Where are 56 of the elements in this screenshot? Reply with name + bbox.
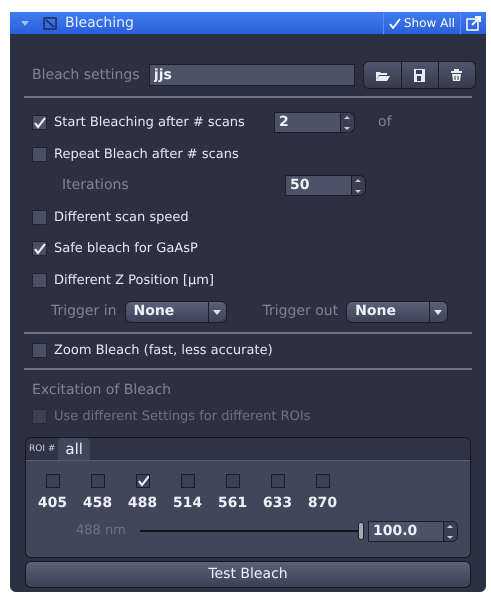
unit-label: of	[378, 113, 393, 132]
field-label: Trigger out	[262, 302, 338, 322]
wavelength-label: 633	[262, 494, 292, 512]
checkbox[interactable]	[46, 474, 60, 488]
checkbox[interactable]	[226, 474, 240, 488]
checkbox-label: Use different Settings for different ROIs	[54, 408, 310, 426]
check-icon	[33, 116, 46, 130]
checkbox[interactable]	[136, 474, 150, 488]
spin-box[interactable]: 50	[285, 175, 366, 196]
checkbox-label: Different Z Position [µm]	[54, 272, 214, 290]
check-icon	[388, 18, 401, 28]
spin-arrows-icon	[340, 113, 354, 132]
dropdown[interactable]: None	[124, 300, 226, 323]
spin-arrows-icon	[443, 522, 457, 540]
slider-track[interactable]	[140, 521, 364, 541]
checkbox[interactable]	[270, 474, 284, 488]
checkbox[interactable]	[32, 115, 47, 130]
dropdown[interactable]: None	[346, 300, 448, 323]
field-label: Bleach settings	[32, 66, 141, 84]
show-all-button[interactable]: Show All	[382, 12, 460, 34]
field-label: Trigger in	[51, 302, 116, 322]
slider-thumb[interactable]	[358, 522, 364, 540]
spin-box[interactable]: 100.0	[368, 520, 458, 542]
checkbox-label: Zoom Bleach (fast, less accurate)	[54, 342, 273, 360]
spin-box[interactable]: 2	[274, 112, 355, 134]
wavelength-label: 488	[128, 494, 158, 512]
checkbox-label: Repeat Bleach after # scans	[54, 146, 239, 164]
check-icon	[33, 242, 46, 256]
spin-arrows-icon	[351, 176, 365, 196]
bleach-icon	[43, 16, 57, 30]
checkbox[interactable]	[32, 343, 47, 358]
wavelength-label: 514	[172, 494, 202, 512]
test-bleach-button[interactable]: Test Bleach	[25, 560, 471, 588]
checkbox[interactable]	[32, 272, 47, 288]
check-icon	[136, 474, 148, 487]
checkbox[interactable]	[32, 146, 47, 162]
checkbox[interactable]	[316, 474, 330, 488]
wavelength-label: 870	[308, 494, 338, 512]
wavelength-label: 458	[82, 494, 112, 512]
checkbox-label: Safe bleach for GaAsP	[54, 240, 198, 258]
trash-icon	[449, 68, 464, 82]
field-label: Iterations	[62, 176, 130, 196]
panel-title: Bleaching	[65, 14, 135, 32]
checkbox[interactable]	[90, 474, 104, 488]
checkbox-label: Start Bleaching after # scans	[54, 114, 245, 132]
save-icon	[412, 68, 428, 82]
pop-out-icon	[466, 16, 481, 30]
checkbox-label: Different scan speed	[54, 208, 189, 226]
roi-tab[interactable]: all	[58, 438, 90, 460]
wavelength-label: 405	[38, 494, 68, 512]
tab-label: ROI #	[28, 442, 56, 456]
section-title: Excitation of Bleach	[31, 380, 172, 400]
checkbox[interactable]	[32, 241, 47, 256]
wavelength-label: 561	[218, 494, 248, 512]
checkbox[interactable]	[32, 210, 47, 225]
checkbox[interactable]	[180, 474, 194, 488]
